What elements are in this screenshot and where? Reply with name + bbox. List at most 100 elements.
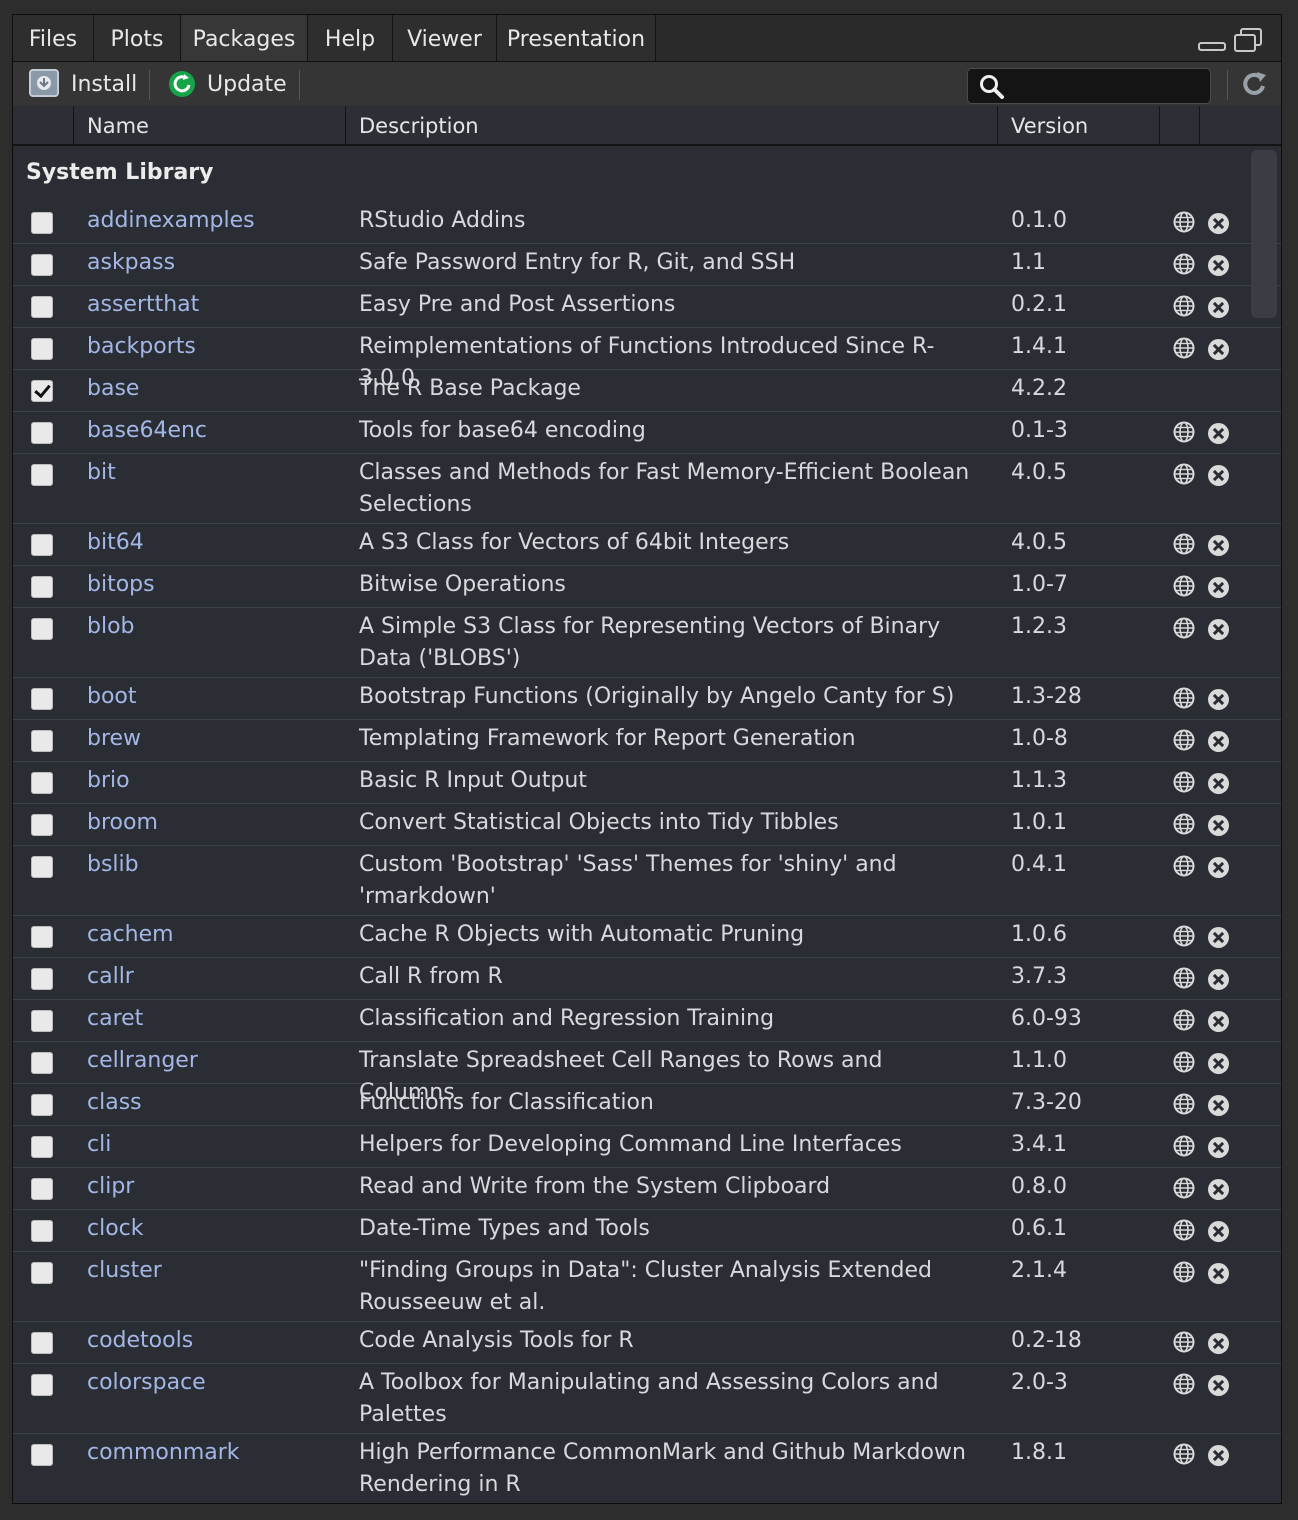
globe-icon[interactable] [1173,1177,1195,1199]
globe-icon[interactable] [1173,1093,1195,1115]
globe-icon[interactable] [1173,253,1195,275]
globe-icon[interactable] [1173,421,1195,443]
refresh-icon[interactable] [1239,69,1271,101]
maximize-icon[interactable] [1233,27,1265,55]
remove-package-icon[interactable] [1208,1137,1229,1158]
remove-package-icon[interactable] [1208,969,1229,990]
package-checkbox[interactable] [31,618,53,640]
package-name-link[interactable]: blob [87,614,135,639]
package-name-link[interactable]: commonmark [87,1440,240,1465]
remove-package-icon[interactable] [1208,773,1229,794]
package-name-link[interactable]: cli [87,1132,111,1157]
package-name-link[interactable]: brew [87,726,141,751]
package-name-link[interactable]: broom [87,810,158,835]
remove-package-icon[interactable] [1208,1263,1229,1284]
package-name-link[interactable]: colorspace [87,1370,206,1395]
package-name-link[interactable]: callr [87,964,134,989]
globe-icon[interactable] [1173,687,1195,709]
package-checkbox[interactable] [31,534,53,556]
column-header-version[interactable]: Version [1011,106,1088,144]
globe-icon[interactable] [1173,1331,1195,1353]
package-checkbox[interactable] [31,1262,53,1284]
globe-icon[interactable] [1173,463,1195,485]
package-checkbox[interactable] [31,1094,53,1116]
package-name-link[interactable]: base [87,376,139,401]
search-box[interactable] [967,68,1211,104]
package-checkbox[interactable] [31,422,53,444]
package-checkbox[interactable] [31,688,53,710]
package-name-link[interactable]: cluster [87,1258,162,1283]
package-name-link[interactable]: backports [87,334,196,359]
package-name-link[interactable]: codetools [87,1328,193,1353]
globe-icon[interactable] [1173,771,1195,793]
package-name-link[interactable]: assertthat [87,292,199,317]
globe-icon[interactable] [1173,211,1195,233]
package-name-link[interactable]: bit [87,460,116,485]
package-checkbox[interactable] [31,338,53,360]
package-name-link[interactable]: clipr [87,1174,134,1199]
package-name-link[interactable]: caret [87,1006,143,1031]
globe-icon[interactable] [1173,813,1195,835]
remove-package-icon[interactable] [1208,577,1229,598]
globe-icon[interactable] [1173,1261,1195,1283]
globe-icon[interactable] [1173,295,1195,317]
remove-package-icon[interactable] [1208,1333,1229,1354]
tab-viewer[interactable]: Viewer [393,15,497,61]
remove-package-icon[interactable] [1208,339,1229,360]
remove-package-icon[interactable] [1208,857,1229,878]
package-checkbox[interactable] [31,1444,53,1466]
package-name-link[interactable]: boot [87,684,137,709]
remove-package-icon[interactable] [1208,619,1229,640]
globe-icon[interactable] [1173,1009,1195,1031]
column-header-description[interactable]: Description [359,106,479,144]
globe-icon[interactable] [1173,855,1195,877]
package-checkbox[interactable] [31,1220,53,1242]
package-checkbox[interactable] [31,968,53,990]
globe-icon[interactable] [1173,617,1195,639]
globe-icon[interactable] [1173,337,1195,359]
package-name-link[interactable]: cachem [87,922,174,947]
package-name-link[interactable]: bit64 [87,530,144,555]
scrollbar-thumb[interactable] [1251,150,1277,318]
remove-package-icon[interactable] [1208,1053,1229,1074]
package-checkbox[interactable] [31,464,53,486]
package-name-link[interactable]: brio [87,768,130,793]
remove-package-icon[interactable] [1208,465,1229,486]
package-name-link[interactable]: bslib [87,852,139,877]
package-checkbox[interactable] [31,1374,53,1396]
remove-package-icon[interactable] [1208,815,1229,836]
remove-package-icon[interactable] [1208,731,1229,752]
tab-help[interactable]: Help [308,15,393,61]
install-button[interactable]: Install [29,66,137,102]
globe-icon[interactable] [1173,729,1195,751]
globe-icon[interactable] [1173,1443,1195,1465]
remove-package-icon[interactable] [1208,255,1229,276]
package-name-link[interactable]: class [87,1090,142,1115]
package-checkbox[interactable] [31,1052,53,1074]
tab-presentation[interactable]: Presentation [497,15,656,61]
package-name-link[interactable]: addinexamples [87,208,255,233]
remove-package-icon[interactable] [1208,213,1229,234]
package-checkbox[interactable] [31,1136,53,1158]
package-name-link[interactable]: askpass [87,250,175,275]
globe-icon[interactable] [1173,1219,1195,1241]
package-checkbox[interactable] [31,296,53,318]
remove-package-icon[interactable] [1208,1179,1229,1200]
remove-package-icon[interactable] [1208,1375,1229,1396]
remove-package-icon[interactable] [1208,1221,1229,1242]
globe-icon[interactable] [1173,925,1195,947]
package-checkbox[interactable] [31,1332,53,1354]
globe-icon[interactable] [1173,575,1195,597]
remove-package-icon[interactable] [1208,1095,1229,1116]
remove-package-icon[interactable] [1208,297,1229,318]
remove-package-icon[interactable] [1208,689,1229,710]
globe-icon[interactable] [1173,1135,1195,1157]
package-checkbox[interactable] [31,254,53,276]
globe-icon[interactable] [1173,1051,1195,1073]
package-checkbox[interactable] [31,814,53,836]
package-checkbox[interactable] [31,1178,53,1200]
minimize-icon[interactable] [1197,27,1227,55]
package-checkbox[interactable] [31,730,53,752]
tab-files[interactable]: Files [13,15,94,61]
remove-package-icon[interactable] [1208,535,1229,556]
